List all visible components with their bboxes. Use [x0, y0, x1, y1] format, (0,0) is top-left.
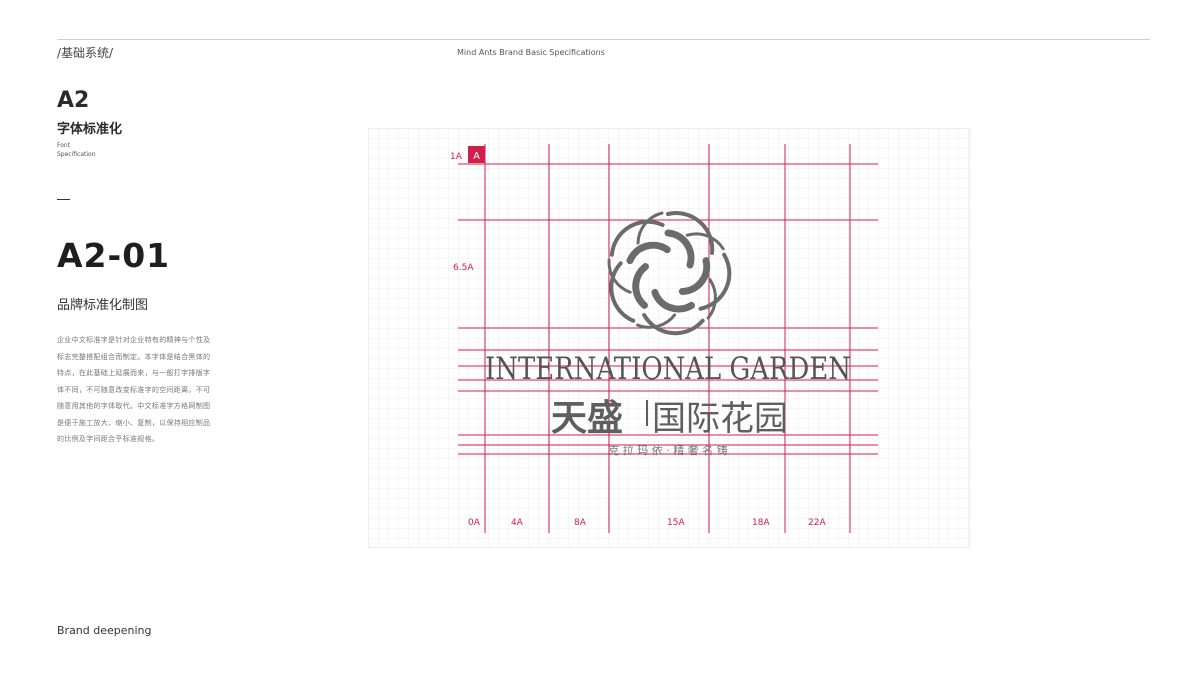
divider-dash	[57, 199, 70, 200]
chapter-en-line2: Specification	[57, 151, 96, 158]
section-description: 企业中文标准字是针对企业特有的精神与个性及标志完整搭配组合而制定。本字体是结合黑…	[57, 336, 211, 443]
bottom-label: 15A	[667, 518, 685, 528]
chapter-en-line1: Font	[57, 142, 71, 149]
unit-mark: A	[473, 151, 480, 162]
section-title: 品牌标准化制图	[57, 298, 149, 313]
grid-diagram: 1A A 6.5A INTERNATIONAL GARDEN 天盛 国际花园 克…	[367, 127, 971, 552]
bottom-label: 4A	[511, 518, 524, 528]
footer-tagline: Brand deepening	[57, 624, 152, 637]
chapter-code: A2	[57, 88, 90, 113]
bottom-label: 22A	[808, 518, 826, 528]
bottom-label: 0A	[468, 518, 481, 528]
bottom-label: 8A	[574, 518, 587, 528]
brand-name-cn-left: 天盛	[551, 398, 623, 439]
grid-background	[367, 127, 971, 549]
grid-diagram-svg: 1A A 6.5A INTERNATIONAL GARDEN 天盛 国际花园 克…	[367, 127, 971, 549]
unit-label: 1A	[450, 152, 463, 162]
brand-name-cn-right: 国际花园	[652, 399, 788, 439]
bottom-label: 18A	[752, 518, 770, 528]
section-path: /基础系统/	[57, 46, 114, 60]
brand-slogan: 克 拉 玛 依 · 精 奢 名 铸	[608, 443, 727, 457]
header-subtitle: Mind Ants Brand Basic Specifications	[457, 48, 605, 57]
chapter-title: 字体标准化	[57, 122, 123, 137]
top-rule	[57, 39, 1150, 40]
height-label: 6.5A	[453, 263, 474, 273]
brand-name-en: INTERNATIONAL GARDEN	[485, 351, 851, 387]
section-code: A2-01	[57, 236, 171, 275]
